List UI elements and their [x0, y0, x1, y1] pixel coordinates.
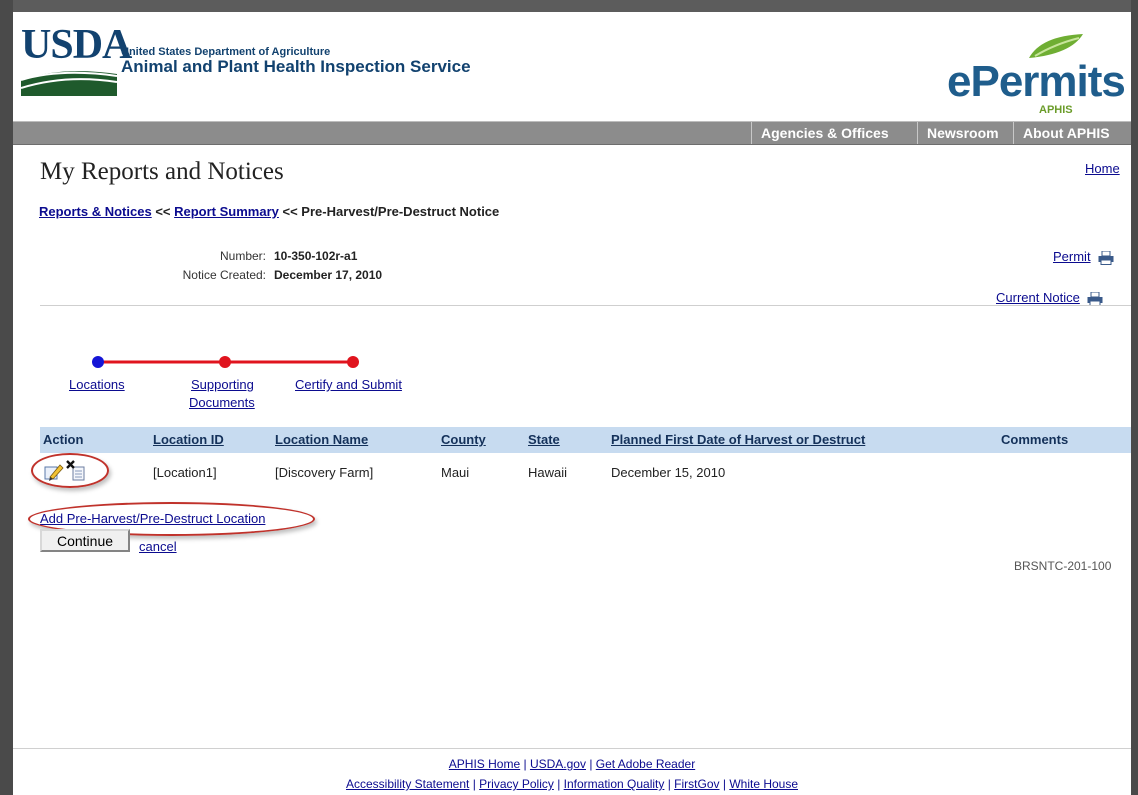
footer-link-white-house[interactable]: White House — [729, 777, 798, 791]
notice-created-label: Notice Created: — [182, 268, 266, 282]
footer-link-information-quality[interactable]: Information Quality — [564, 777, 665, 791]
footer-links-primary: APHIS Home | USDA.gov | Get Adobe Reader — [13, 757, 1131, 771]
current-notice-link[interactable]: Current Notice — [996, 290, 1080, 305]
step-marker-locations — [92, 356, 104, 368]
step-locations-link[interactable]: Locations — [69, 376, 125, 394]
footer-separator: | — [664, 777, 675, 791]
column-header-action: Action — [43, 432, 84, 447]
column-header-state[interactable]: State — [528, 432, 560, 447]
cell-planned-date: December 15, 2010 — [611, 465, 726, 480]
locations-table-header: Action Location ID Location Name County … — [40, 427, 1131, 453]
cell-location-id: [Location1] — [153, 465, 217, 480]
epermits-logo: ePermits APHIS — [941, 32, 1126, 116]
footer-separator: | — [469, 777, 480, 791]
window-frame-left — [0, 0, 13, 795]
breadcrumb-reports-notices[interactable]: Reports & Notices — [39, 204, 152, 219]
step-certify-submit-link[interactable]: Certify and Submit — [295, 376, 402, 394]
column-header-county[interactable]: County — [441, 432, 486, 447]
footer-links-secondary: Accessibility Statement | Privacy Policy… — [13, 777, 1131, 791]
notice-created-value: December 17, 2010 — [274, 268, 383, 282]
notice-number-label: Number: — [219, 249, 266, 263]
footer-divider — [13, 748, 1131, 749]
footer-separator: | — [719, 777, 730, 791]
breadcrumb-separator: << — [151, 204, 175, 219]
permit-link[interactable]: Permit — [1053, 249, 1091, 264]
cancel-link[interactable]: cancel — [139, 539, 177, 554]
step-supporting-documents-link[interactable]: Supporting — [191, 376, 254, 394]
window-frame-right — [1131, 0, 1138, 795]
nav-about-aphis[interactable]: About APHIS — [1013, 122, 1119, 144]
footer-separator: | — [553, 777, 564, 791]
step-marker-certify-submit — [347, 356, 359, 368]
nav-agencies-offices[interactable]: Agencies & Offices — [751, 122, 898, 144]
breadcrumb-separator: << — [278, 204, 302, 219]
printer-icon[interactable] — [1087, 291, 1103, 306]
breadcrumb-current: Pre-Harvest/Pre-Destruct Notice — [301, 204, 500, 219]
cell-state: Hawaii — [528, 465, 568, 480]
footer-link-usda-gov[interactable]: USDA.gov — [530, 757, 586, 771]
agency-name: Animal and Plant Health Inspection Servi… — [121, 57, 471, 76]
step-marker-supporting-documents — [219, 356, 231, 368]
page-title: My Reports and Notices — [40, 158, 284, 185]
breadcrumb: Reports & Notices << Report Summary << P… — [39, 204, 499, 219]
footer-link-accessibility[interactable]: Accessibility Statement — [346, 777, 469, 791]
page: USDA United States Department of Agricul… — [13, 12, 1131, 795]
footer-link-firstgov[interactable]: FirstGov — [674, 777, 719, 791]
column-header-location-name[interactable]: Location Name — [275, 432, 368, 447]
step-supporting-documents-link[interactable]: Documents — [189, 394, 255, 412]
section-divider — [40, 305, 1131, 306]
printer-icon[interactable] — [1098, 250, 1114, 265]
column-header-comments: Comments — [1001, 432, 1069, 447]
breadcrumb-report-summary[interactable]: Report Summary — [174, 204, 279, 219]
usda-logo-swoosh — [21, 71, 117, 96]
cell-county: Maui — [441, 465, 470, 480]
window-frame-top — [0, 0, 1138, 12]
continue-button[interactable]: Continue — [40, 529, 130, 552]
cell-location-name: [Discovery Farm] — [275, 465, 374, 480]
current-notice-print: Current Notice — [996, 290, 1103, 306]
site-header: USDA United States Department of Agricul… — [13, 12, 1131, 124]
progress-tracker — [92, 356, 359, 368]
epermits-aphis-label: APHIS — [1039, 104, 1073, 116]
top-navigation: Agencies & Offices Newsroom About APHIS — [13, 121, 1131, 145]
footer-link-adobe-reader[interactable]: Get Adobe Reader — [596, 757, 695, 771]
permit-print: Permit — [1053, 249, 1114, 265]
nav-newsroom[interactable]: Newsroom — [917, 122, 1008, 144]
notice-number-value: 10-350-102r-a1 — [274, 249, 358, 263]
epermits-logo-text: ePermits — [947, 57, 1126, 106]
usda-logo[interactable]: USDA — [21, 24, 132, 66]
column-header-planned-date[interactable]: Planned First Date of Harvest or Destruc… — [611, 432, 865, 447]
column-header-location-id[interactable]: Location ID — [153, 432, 224, 447]
footer-link-privacy[interactable]: Privacy Policy — [479, 777, 554, 791]
footer-separator: | — [585, 757, 596, 771]
footer-link-aphis-home[interactable]: APHIS Home — [449, 757, 520, 771]
footer-separator: | — [520, 757, 530, 771]
form-code: BRSNTC-201-100 — [1014, 559, 1112, 573]
home-link[interactable]: Home — [1085, 161, 1120, 176]
highlight-oval-actions — [31, 453, 109, 488]
